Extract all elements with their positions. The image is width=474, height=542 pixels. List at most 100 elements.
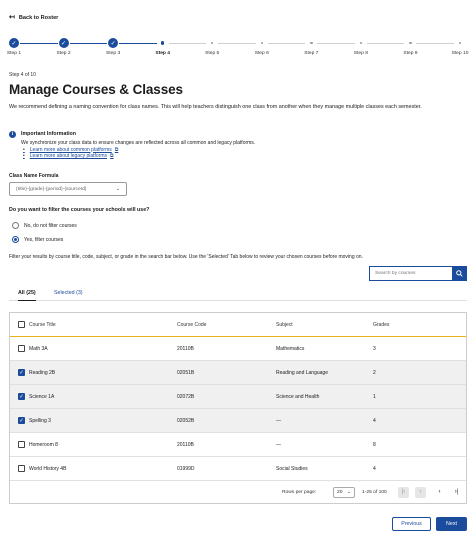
step-dot-icon bbox=[455, 38, 465, 48]
check-icon: ✓ bbox=[58, 38, 69, 48]
cell-course-title: Homeroom 8 bbox=[29, 441, 58, 448]
table-row[interactable]: ✓ Science 1A 02072B Science and Health 1 bbox=[10, 385, 466, 409]
link-common-platforms-label[interactable]: Learn more about common platforms bbox=[30, 147, 112, 154]
check-icon: ✓ bbox=[108, 38, 119, 48]
step-dot-icon bbox=[356, 38, 366, 48]
search-icon bbox=[456, 270, 463, 277]
radio-yes-filter-button[interactable] bbox=[12, 236, 19, 243]
chevron-right-icon: › bbox=[438, 489, 441, 495]
page-title: Manage Courses & Classes bbox=[9, 82, 183, 97]
info-text: We synchronize your class data to ensure… bbox=[21, 139, 256, 146]
chevron-down-icon: ⌄ bbox=[115, 186, 120, 192]
row-checkbox[interactable] bbox=[18, 441, 25, 448]
stepper-step-6: Step 6 bbox=[242, 38, 282, 56]
stepper-step-3: ✓ Step 3 bbox=[93, 38, 133, 56]
tab-selected[interactable]: Selected (3) bbox=[54, 289, 83, 301]
row-checkbox[interactable]: ✓ bbox=[18, 369, 25, 376]
intro-text: We recommend defining a naming conventio… bbox=[9, 104, 422, 110]
rows-per-page-label: Rows per page: bbox=[282, 489, 317, 495]
arrow-left-icon: ↤ bbox=[9, 14, 15, 21]
step-dot-icon bbox=[257, 38, 267, 48]
header-grades: Grades bbox=[373, 321, 390, 328]
search-input[interactable] bbox=[369, 266, 452, 281]
step-dot-icon bbox=[306, 38, 316, 48]
table-row[interactable]: ✓ Spelling 3 02052B — 4 bbox=[10, 409, 466, 433]
rows-per-page-select[interactable]: 20 ⌄ bbox=[333, 486, 355, 498]
info-title: Important Information bbox=[21, 131, 77, 137]
chevron-down-icon: ⌄ bbox=[346, 490, 351, 495]
stepper: ✓ Step 1 ✓ Step 2 ✓ Step 3 Step 4 Step 5 Step 6 S… bbox=[7, 38, 468, 60]
class-name-formula-select[interactable]: {title}-{grade}-{period}-{sourceId} ⌄ bbox=[9, 182, 127, 196]
stepper-step-7: Step 7 bbox=[291, 38, 331, 56]
next-button[interactable]: Next bbox=[436, 517, 467, 531]
cell-grade: 3 bbox=[373, 345, 376, 352]
step-dot-icon bbox=[158, 38, 168, 48]
stepper-step-label: Step 5 bbox=[205, 51, 220, 56]
first-page-button[interactable]: |‹ bbox=[398, 486, 409, 498]
cell-grade: 8 bbox=[373, 441, 376, 448]
table-row[interactable]: Homeroom 8 20110B — 8 bbox=[10, 433, 466, 457]
stepper-step-label: Step 9 bbox=[403, 51, 418, 56]
row-checkbox[interactable] bbox=[18, 465, 25, 472]
link-legacy-platforms-label[interactable]: Learn more about legacy platforms bbox=[30, 153, 107, 160]
info-links: Learn more about common platforms⧉ Learn… bbox=[23, 147, 119, 161]
filter-help-text: Filter your results by course title, cod… bbox=[9, 254, 363, 260]
tab-all[interactable]: All (25) bbox=[18, 289, 36, 301]
table-row[interactable]: Math 3A 20110B Mathematics 3 bbox=[10, 337, 466, 361]
cell-course-code: 20110B bbox=[177, 345, 194, 352]
stepper-step-10: Step 10 bbox=[440, 38, 474, 56]
header-course-code: Course Code bbox=[177, 321, 207, 328]
cell-course-title: Reading 2B bbox=[29, 369, 56, 376]
cell-course-code: 02051B bbox=[177, 369, 195, 376]
step-dot-icon bbox=[207, 38, 217, 48]
cell-course-title: World History 4B bbox=[29, 465, 67, 472]
radio-no-filter-button[interactable] bbox=[12, 222, 19, 229]
pagination: Rows per page: 20 ⌄ 1-25 of 100 |‹ ‹ › ›… bbox=[10, 481, 466, 503]
external-link-icon: ⧉ bbox=[110, 153, 114, 160]
stepper-step-label: Step 6 bbox=[254, 51, 269, 56]
prev-page-button[interactable]: ‹ bbox=[415, 486, 426, 498]
stepper-step-label: Step 1 bbox=[6, 51, 22, 56]
back-link-label: Back to Roster bbox=[18, 14, 59, 21]
stepper-step-label: Step 8 bbox=[353, 51, 368, 56]
link-legacy-platforms[interactable]: Learn more about legacy platforms⧉ bbox=[23, 153, 118, 160]
cell-subject: — bbox=[276, 441, 281, 448]
back-to-roster-link[interactable]: ↤ Back to Roster bbox=[9, 14, 58, 21]
table-row[interactable]: ✓ Reading 2B 02051B Reading and Language 2 bbox=[10, 361, 466, 385]
cell-course-title: Math 3A bbox=[29, 345, 48, 352]
row-checkbox[interactable]: ✓ bbox=[18, 393, 25, 400]
stepper-step-9: Step 9 bbox=[390, 38, 430, 56]
course-tabs: All (25) Selected (3) bbox=[9, 289, 467, 301]
previous-button[interactable]: Previous bbox=[392, 517, 431, 531]
row-checkbox[interactable]: ✓ bbox=[18, 417, 25, 424]
stepper-step-2: ✓ Step 2 bbox=[44, 38, 84, 56]
cell-subject: Science and Health bbox=[276, 393, 320, 400]
cell-grade: 4 bbox=[373, 465, 376, 472]
cell-subject: Mathematics bbox=[276, 345, 305, 352]
cell-course-code: 20110B bbox=[177, 441, 194, 448]
link-common-platforms[interactable]: Learn more about common platforms⧉ bbox=[23, 147, 119, 154]
stepper-step-1: ✓ Step 1 bbox=[0, 38, 34, 56]
course-search bbox=[369, 266, 467, 281]
select-all-checkbox[interactable] bbox=[18, 321, 25, 328]
rows-per-page-value: 20 bbox=[337, 489, 343, 495]
radio-yes-filter[interactable]: Yes, filter courses bbox=[12, 236, 63, 243]
cell-subject: Social Studies bbox=[276, 465, 308, 472]
step-dot-icon bbox=[405, 38, 415, 48]
cell-subject: Reading and Language bbox=[276, 369, 328, 376]
last-page-icon: ›| bbox=[454, 489, 459, 495]
next-page-button[interactable]: › bbox=[434, 487, 445, 498]
courses-table: Course Title Course Code Subject Grades … bbox=[9, 312, 467, 504]
check-icon: ✓ bbox=[9, 38, 19, 48]
last-page-button[interactable]: ›| bbox=[451, 487, 462, 498]
header-course-title: Course Title bbox=[29, 321, 56, 328]
formula-select-value: {title}-{grade}-{period}-{sourceId} bbox=[16, 186, 87, 192]
row-checkbox[interactable] bbox=[18, 345, 25, 352]
stepper-step-label: Step 3 bbox=[106, 51, 121, 56]
table-body: Math 3A 20110B Mathematics 3 ✓ Reading 2B 0205… bbox=[10, 337, 466, 481]
stepper-step-5: Step 5 bbox=[192, 38, 232, 56]
search-button[interactable] bbox=[452, 266, 467, 281]
table-row[interactable]: World History 4B 01999D Social Studies 4 bbox=[10, 457, 466, 481]
radio-no-filter-label: No, do not filter courses bbox=[24, 222, 77, 229]
radio-no-filter[interactable]: No, do not filter courses bbox=[12, 222, 77, 229]
